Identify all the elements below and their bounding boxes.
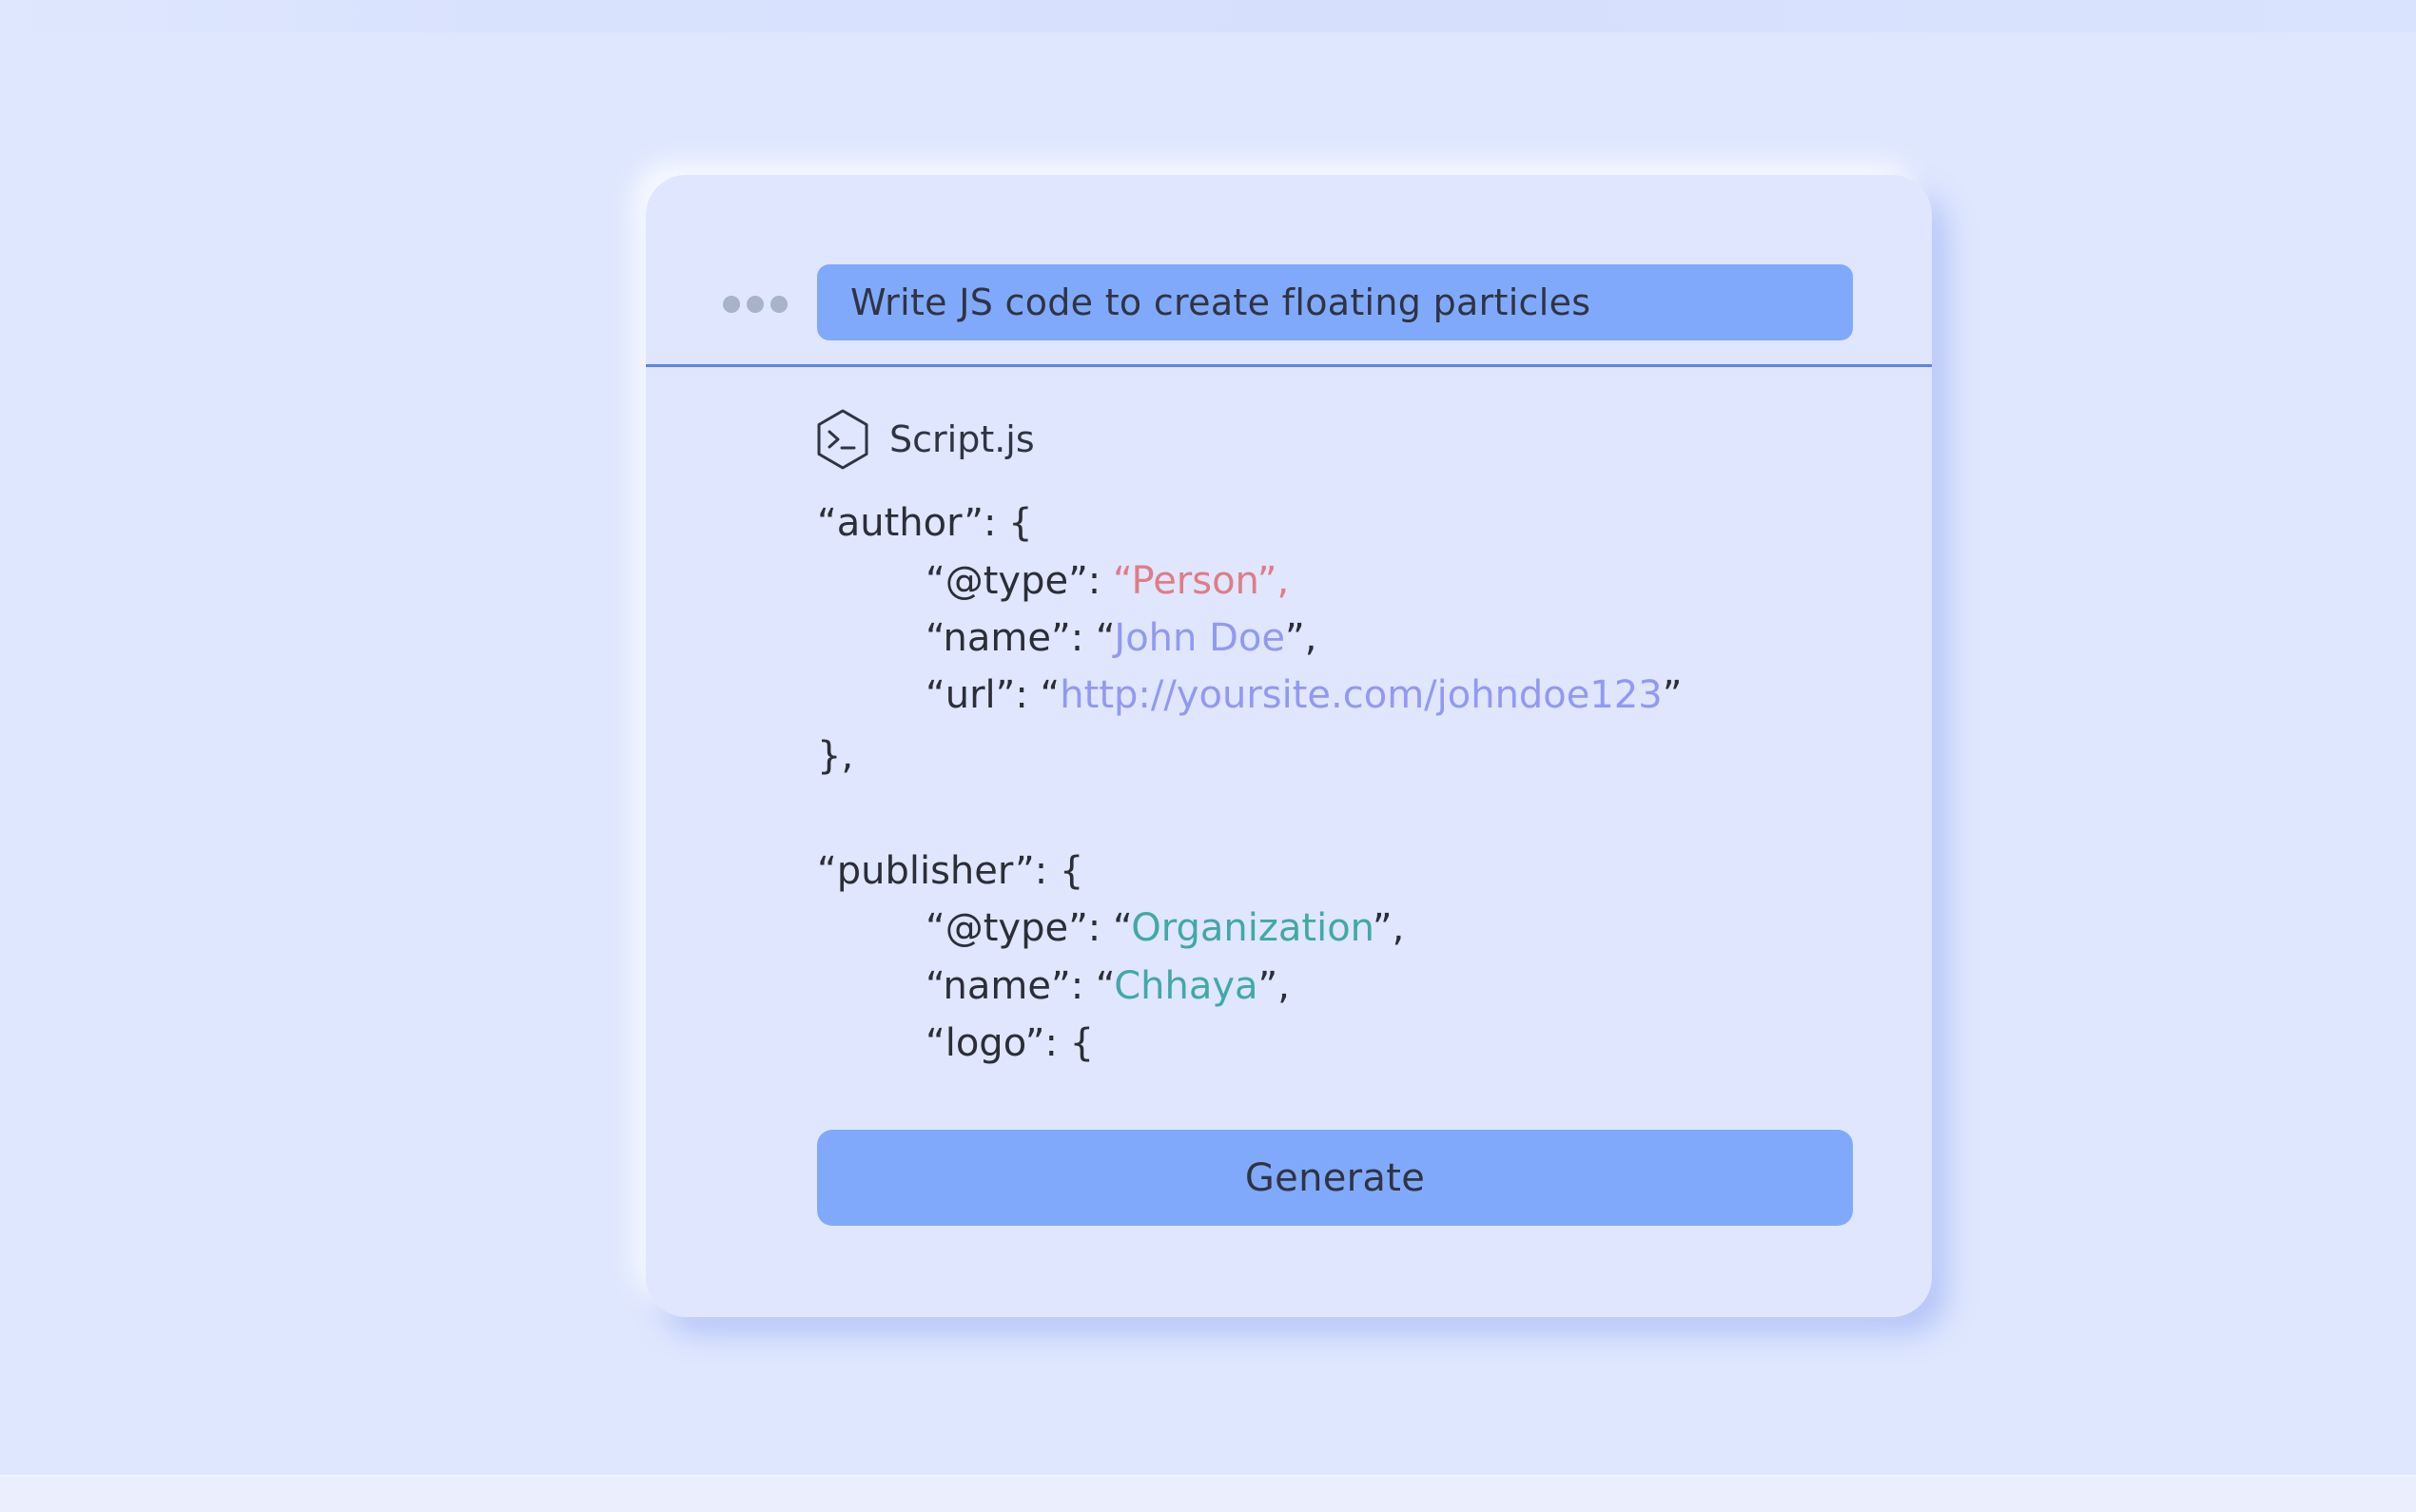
code-punct: ”, bbox=[1284, 616, 1317, 660]
dot bbox=[723, 296, 740, 313]
code-key: “name”: “ bbox=[925, 616, 1115, 660]
prompt-text: Write JS code to create floating particl… bbox=[850, 281, 1591, 323]
file-header: Script.js bbox=[815, 408, 1035, 471]
dot bbox=[747, 296, 764, 313]
code-punct: ” bbox=[1662, 673, 1683, 717]
code-key: “name”: “ bbox=[925, 964, 1115, 1008]
code-text: “publisher”: { bbox=[817, 849, 1084, 893]
generate-button[interactable]: Generate bbox=[817, 1130, 1853, 1226]
terminal-hexagon-icon bbox=[815, 408, 870, 471]
code-line: “name”: “Chhaya”, bbox=[925, 967, 1290, 1005]
code-line: “publisher”: { bbox=[817, 852, 1083, 890]
code-string: “Person”, bbox=[1113, 559, 1290, 603]
dot bbox=[770, 296, 788, 313]
code-key: “@type”: bbox=[925, 559, 1113, 603]
divider bbox=[646, 364, 1932, 367]
top-band bbox=[0, 0, 2416, 32]
code-key: “url”: “ bbox=[925, 673, 1061, 717]
code-key: “@type”: “ bbox=[925, 906, 1132, 950]
code-punct: ”, bbox=[1257, 964, 1290, 1008]
code-line: “name”: “John Doe”, bbox=[925, 619, 1316, 657]
code-line: “@type”: “Person”, bbox=[925, 562, 1289, 600]
code-text: “author”: { bbox=[817, 501, 1033, 545]
bottom-band bbox=[0, 1475, 2416, 1512]
code-string: John Doe bbox=[1114, 616, 1285, 660]
file-name: Script.js bbox=[889, 418, 1035, 460]
code-line: “logo”: { bbox=[925, 1024, 1094, 1062]
code-line: }, bbox=[817, 737, 853, 775]
code-string: Chhaya bbox=[1114, 964, 1258, 1008]
code-line: “@type”: “Organization”, bbox=[925, 909, 1404, 947]
prompt-input[interactable]: Write JS code to create floating particl… bbox=[817, 264, 1853, 340]
code-string: Organization bbox=[1131, 906, 1373, 950]
code-generator-card: Write JS code to create floating particl… bbox=[646, 175, 1932, 1317]
code-text: }, bbox=[817, 734, 854, 778]
code-string: http://yoursite.com/johndoe123 bbox=[1060, 673, 1663, 717]
more-options-icon[interactable] bbox=[723, 296, 788, 313]
generate-button-label: Generate bbox=[1244, 1155, 1426, 1200]
code-text: “logo”: { bbox=[925, 1021, 1095, 1065]
code-punct: ”, bbox=[1372, 906, 1405, 950]
code-line: “author”: { bbox=[817, 504, 1033, 542]
code-line: “url”: “http://yoursite.com/johndoe123” bbox=[925, 676, 1682, 714]
